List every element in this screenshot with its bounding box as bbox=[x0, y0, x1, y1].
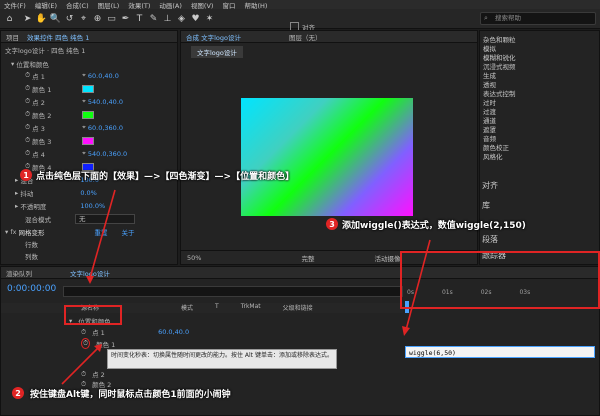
annotation-arrows bbox=[61, 189, 431, 385]
arrow-step-1 bbox=[89, 189, 116, 279]
arrow-head bbox=[86, 276, 94, 284]
arrow-step-3 bbox=[405, 239, 431, 331]
arrow-head bbox=[402, 326, 410, 336]
arrow-step-2 bbox=[61, 347, 99, 385]
